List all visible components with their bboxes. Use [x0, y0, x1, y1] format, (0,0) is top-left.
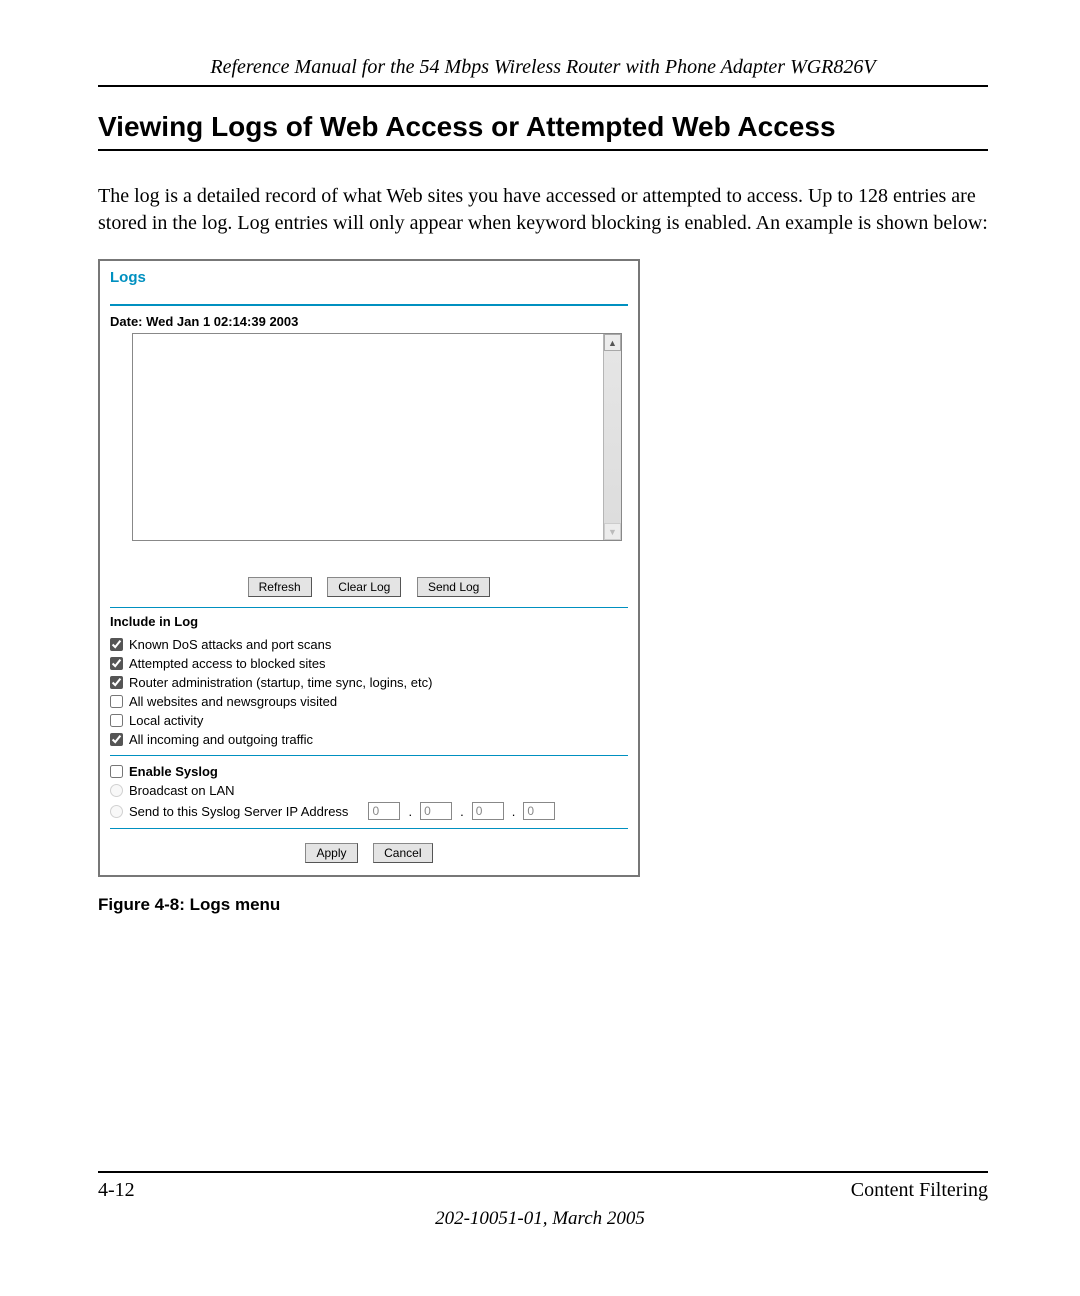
- chk-label: All websites and newsgroups visited: [129, 694, 337, 709]
- section-body: The log is a detailed record of what Web…: [98, 183, 988, 237]
- figure-caption: Figure 4-8: Logs menu: [98, 895, 988, 915]
- chk-admin[interactable]: [110, 676, 123, 689]
- ip-octet-2[interactable]: [420, 802, 452, 820]
- chk-websites[interactable]: [110, 695, 123, 708]
- ip-octet-1[interactable]: [368, 802, 400, 820]
- ip-dot: .: [458, 804, 466, 819]
- chk-traffic[interactable]: [110, 733, 123, 746]
- chk-label: All incoming and outgoing traffic: [129, 732, 313, 747]
- apply-button[interactable]: Apply: [305, 843, 357, 863]
- radio-send-ip[interactable]: [110, 805, 123, 818]
- ip-dot: .: [510, 804, 518, 819]
- chk-blocked[interactable]: [110, 657, 123, 670]
- include-heading: Include in Log: [110, 614, 628, 629]
- include-rule: [110, 607, 628, 608]
- enable-syslog-label: Enable Syslog: [129, 764, 218, 779]
- log-scrollbar[interactable]: ▲ ▼: [603, 334, 621, 540]
- clear-log-button[interactable]: Clear Log: [327, 577, 401, 597]
- bottom-rule: [110, 828, 628, 829]
- scroll-down-icon[interactable]: ▼: [604, 523, 621, 540]
- include-option: All incoming and outgoing traffic: [110, 730, 628, 749]
- chk-label: Router administration (startup, time syn…: [129, 675, 432, 690]
- apply-row: Apply Cancel: [110, 843, 628, 863]
- chk-dos[interactable]: [110, 638, 123, 651]
- page-number: 4-12: [98, 1179, 135, 1202]
- enable-syslog-row: Enable Syslog: [110, 762, 628, 781]
- logs-date: Date: Wed Jan 1 02:14:39 2003: [110, 314, 628, 329]
- manual-header: Reference Manual for the 54 Mbps Wireles…: [98, 56, 988, 79]
- include-option: Router administration (startup, time syn…: [110, 673, 628, 692]
- logs-screenshot: Logs Date: Wed Jan 1 02:14:39 2003 ▲ ▼ R…: [98, 259, 640, 877]
- broadcast-row: Broadcast on LAN: [110, 781, 628, 800]
- cancel-button[interactable]: Cancel: [373, 843, 432, 863]
- page-footer: 4-12 Content Filtering: [98, 1171, 988, 1202]
- chk-label: Local activity: [129, 713, 203, 728]
- logs-top-rule: [110, 304, 628, 306]
- refresh-button[interactable]: Refresh: [248, 577, 312, 597]
- ip-octet-4[interactable]: [523, 802, 555, 820]
- send-ip-label: Send to this Syslog Server IP Address: [129, 804, 348, 819]
- chk-label: Attempted access to blocked sites: [129, 656, 326, 671]
- scroll-up-icon[interactable]: ▲: [604, 334, 621, 351]
- include-option: All websites and newsgroups visited: [110, 692, 628, 711]
- log-textarea[interactable]: ▲ ▼: [132, 333, 622, 541]
- chapter-label: Content Filtering: [851, 1179, 988, 1202]
- include-option: Known DoS attacks and port scans: [110, 635, 628, 654]
- footer-rule: [98, 1171, 988, 1173]
- ip-dot: .: [406, 804, 414, 819]
- log-button-row: Refresh Clear Log Send Log: [110, 577, 628, 597]
- syslog-ip-row: Send to this Syslog Server IP Address . …: [110, 800, 628, 822]
- section-rule: [98, 149, 988, 151]
- include-option: Local activity: [110, 711, 628, 730]
- header-rule: [98, 85, 988, 87]
- radio-broadcast[interactable]: [110, 784, 123, 797]
- send-log-button[interactable]: Send Log: [417, 577, 490, 597]
- section-title: Viewing Logs of Web Access or Attempted …: [98, 111, 988, 143]
- chk-local[interactable]: [110, 714, 123, 727]
- logs-panel-title: Logs: [110, 269, 628, 286]
- ip-octet-3[interactable]: [472, 802, 504, 820]
- chk-label: Known DoS attacks and port scans: [129, 637, 331, 652]
- broadcast-label: Broadcast on LAN: [129, 783, 235, 798]
- include-option: Attempted access to blocked sites: [110, 654, 628, 673]
- syslog-rule: [110, 755, 628, 756]
- doc-id: 202-10051-01, March 2005: [0, 1208, 1080, 1230]
- chk-enable-syslog[interactable]: [110, 765, 123, 778]
